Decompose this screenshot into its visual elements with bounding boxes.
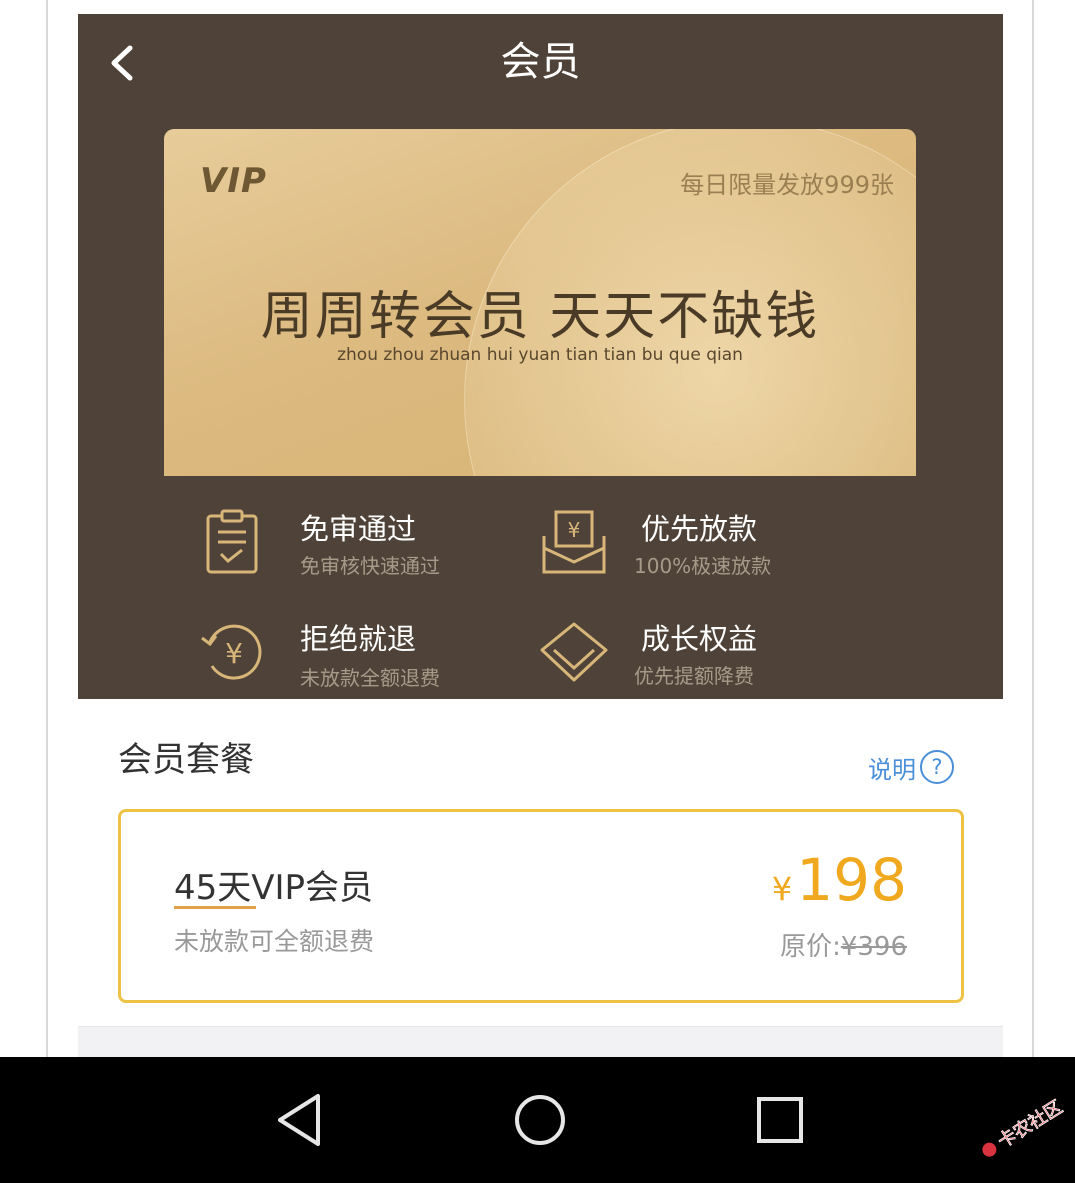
- benefit-title: 免审通过: [300, 512, 417, 546]
- vip-badge: VIP: [200, 161, 267, 201]
- plan-note: 未放款可全额退费: [174, 927, 375, 956]
- diamond-icon: [540, 622, 608, 682]
- question-icon: ?: [920, 750, 954, 784]
- benefit-subtitle: 优先提额降费: [634, 664, 754, 688]
- bottom-strip: [78, 1026, 1003, 1057]
- back-triangle-icon[interactable]: [268, 1088, 332, 1152]
- system-nav-bar: [0, 1057, 1075, 1183]
- plan-option[interactable]: 45天VIP会员 未放款可全额退费 ¥ 198 原价:¥396: [118, 809, 964, 1003]
- card-pinyin: zhou zhou zhuan hui yuan tian tian bu qu…: [337, 345, 743, 365]
- frame-border-right: [1032, 0, 1034, 1057]
- daily-limit-text: 每日限量发放999张: [680, 171, 894, 199]
- svg-text:¥: ¥: [568, 518, 581, 542]
- app-screen: 会员 VIP 每日限量发放999张 周周转会员 天天不缺钱 zhou zhou …: [78, 14, 1003, 1057]
- benefit-subtitle: 100%极速放款: [634, 554, 772, 578]
- benefit-title: 优先放款: [641, 512, 758, 546]
- frame-border-left: [46, 0, 48, 1057]
- member-header: 会员 VIP 每日限量发放999张 周周转会员 天天不缺钱 zhou zhou …: [78, 14, 1003, 699]
- yuan-envelope-icon: ¥: [542, 510, 606, 574]
- yuan-refund-icon: ¥: [201, 624, 262, 680]
- benefit-title: 成长权益: [641, 622, 758, 656]
- watermark-logo: 卡农社区: [982, 1096, 1067, 1157]
- benefit-subtitle: 未放款全额退费: [300, 666, 440, 690]
- plan-price: ¥ 198: [772, 846, 907, 914]
- page-title: 会员: [500, 39, 581, 85]
- clipboard-check-icon: [206, 509, 258, 574]
- benefit-subtitle: 免审核快速通过: [300, 554, 440, 578]
- help-label: 说明: [868, 755, 916, 784]
- original-price-label: 原价:: [780, 932, 841, 962]
- plan-name-underline: [174, 906, 256, 909]
- benefit-title: 拒绝就退: [300, 622, 417, 656]
- original-price-value: ¥396: [840, 932, 907, 962]
- original-price: 原价:¥396: [780, 926, 907, 963]
- benefits-grid: 免审通过 免审核快速通过 ¥ 优先放款 100%极速放款 ¥ 拒绝就退 未放款全…: [78, 476, 1003, 699]
- card-slogan: 周周转会员 天天不缺钱: [260, 287, 820, 347]
- currency-symbol: ¥: [771, 870, 793, 908]
- svg-text:¥: ¥: [225, 637, 243, 670]
- plan-name: 45天VIP会员: [174, 868, 374, 908]
- price-value: 198: [796, 846, 907, 914]
- recents-square-icon[interactable]: [748, 1088, 812, 1152]
- home-circle-icon[interactable]: [508, 1088, 572, 1152]
- plans-section-title: 会员套餐: [118, 740, 254, 780]
- help-link[interactable]: 说明 ?: [868, 750, 954, 784]
- svg-text:卡农社区: 卡农社区: [994, 1097, 1066, 1153]
- vip-card: VIP 每日限量发放999张 周周转会员 天天不缺钱 zhou zhou zhu…: [164, 129, 916, 476]
